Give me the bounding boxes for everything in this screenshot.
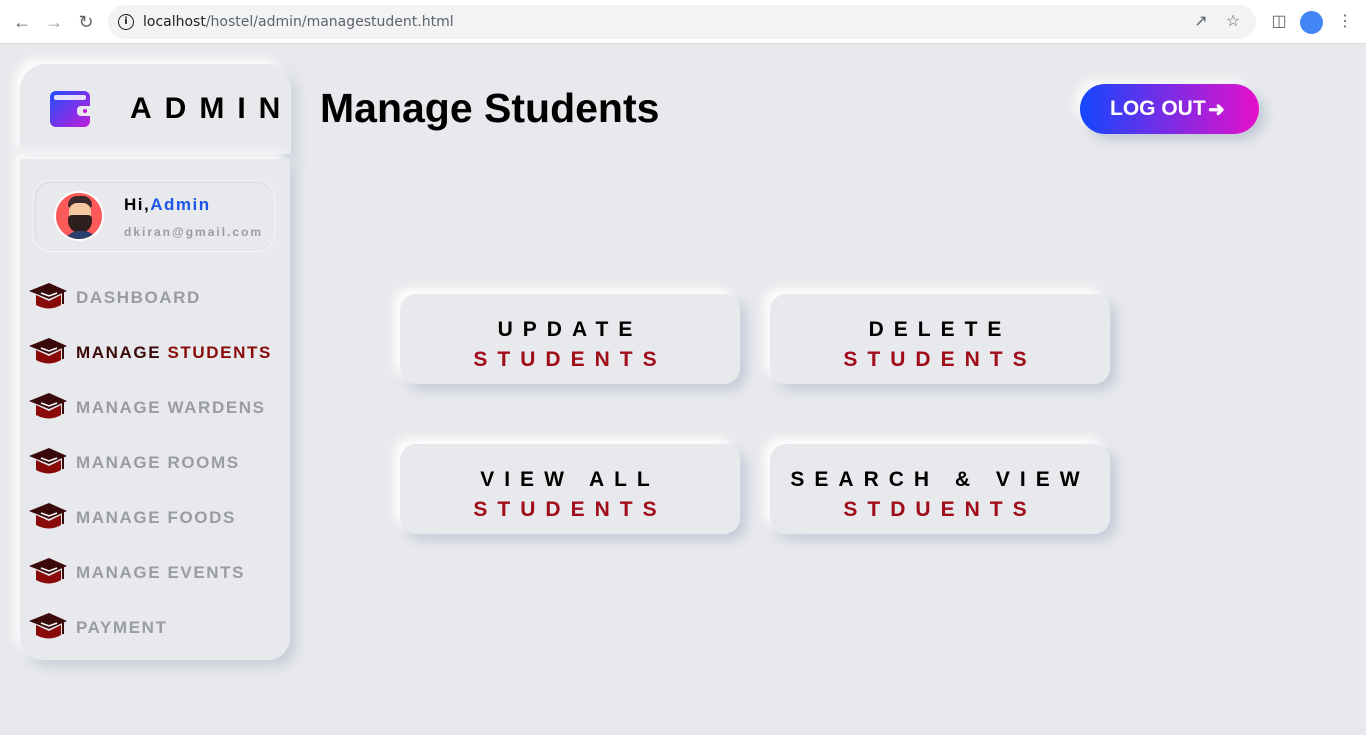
sidebar-item-manage-events[interactable]: MANAGE EVENTS <box>28 555 283 589</box>
user-email: dkiran@gmail.com <box>124 225 264 239</box>
sidebar-item-label: MANAGE STUDENTS <box>76 343 272 362</box>
sidebar: Hi,Admin dkiran@gmail.com DASHBOARD MANA… <box>20 159 290 660</box>
bookmark-star-icon[interactable]: ☆ <box>1223 12 1243 32</box>
graduation-cap-icon <box>29 338 67 364</box>
share-icon[interactable]: ↗ <box>1191 12 1211 32</box>
profile-card: Hi,Admin dkiran@gmail.com <box>33 180 275 252</box>
card-line2: STUDENTS <box>473 498 667 521</box>
address-bar[interactable]: i localhost/hostel/admin/managestudent.h… <box>108 5 1256 39</box>
sidebar-item-manage-foods[interactable]: MANAGE FOODS <box>28 500 283 534</box>
sidebar-item-label: DASHBOARD <box>76 288 201 307</box>
graduation-cap-icon <box>29 558 67 584</box>
greeting: Hi,Admin <box>124 195 211 214</box>
sidebar-item-label: PAYMENT <box>76 618 168 637</box>
url-text: localhost/hostel/admin/managestudent.htm… <box>143 14 454 30</box>
search-view-students-button[interactable]: SEARCH & VIEW STDUENTS <box>770 444 1110 534</box>
sidebar-item-payment[interactable]: PAYMENT <box>28 610 283 644</box>
graduation-cap-icon <box>29 283 67 309</box>
profile-avatar-icon[interactable] <box>1300 11 1323 34</box>
avatar <box>54 191 104 241</box>
sidebar-item-manage-wardens[interactable]: MANAGE WARDENS <box>28 390 283 424</box>
brand-panel: ADMIN <box>20 64 291 154</box>
side-panel-icon[interactable]: ◫ <box>1268 11 1290 33</box>
card-line1: VIEW ALL <box>480 468 660 491</box>
sidebar-item-label: MANAGE EVENTS <box>76 563 246 582</box>
graduation-cap-icon <box>29 448 67 474</box>
update-students-button[interactable]: UPDATE STUDENTS <box>400 294 740 384</box>
card-line1: SEARCH & VIEW <box>790 468 1090 491</box>
card-line2: STUDENTS <box>843 348 1037 371</box>
browser-toolbar: ← → ↻ i localhost/hostel/admin/managestu… <box>0 0 1366 44</box>
sidebar-item-manage-rooms[interactable]: MANAGE ROOMS <box>28 445 283 479</box>
page-title: Manage Students <box>320 85 660 131</box>
wallet-icon <box>50 91 90 127</box>
reload-icon[interactable]: ↻ <box>74 10 98 34</box>
menu-dots-icon[interactable]: ⋮ <box>1334 11 1356 33</box>
logout-button[interactable]: LOG OUT ➜ <box>1080 84 1259 134</box>
logout-icon: ➜ <box>1208 99 1225 121</box>
card-line2: STDUENTS <box>843 498 1037 521</box>
view-all-students-button[interactable]: VIEW ALL STUDENTS <box>400 444 740 534</box>
brand-title: ADMIN <box>130 92 294 125</box>
sidebar-item-label: MANAGE ROOMS <box>76 453 240 472</box>
graduation-cap-icon <box>29 393 67 419</box>
back-arrow-icon[interactable]: ← <box>10 10 34 34</box>
card-line1: DELETE <box>868 318 1012 341</box>
site-info-icon[interactable]: i <box>118 14 134 30</box>
graduation-cap-icon <box>29 503 67 529</box>
sidebar-item-dashboard[interactable]: DASHBOARD <box>28 280 283 314</box>
delete-students-button[interactable]: DELETE STUDENTS <box>770 294 1110 384</box>
sidebar-item-label: MANAGE FOODS <box>76 508 236 527</box>
card-line1: UPDATE <box>497 318 643 341</box>
sidebar-item-manage-students[interactable]: MANAGE STUDENTS <box>28 335 283 369</box>
graduation-cap-icon <box>29 613 67 639</box>
logout-label: LOG OUT <box>1110 97 1206 120</box>
forward-arrow-icon[interactable]: → <box>42 10 66 34</box>
sidebar-item-label: MANAGE WARDENS <box>76 398 266 417</box>
card-line2: STUDENTS <box>473 348 667 371</box>
